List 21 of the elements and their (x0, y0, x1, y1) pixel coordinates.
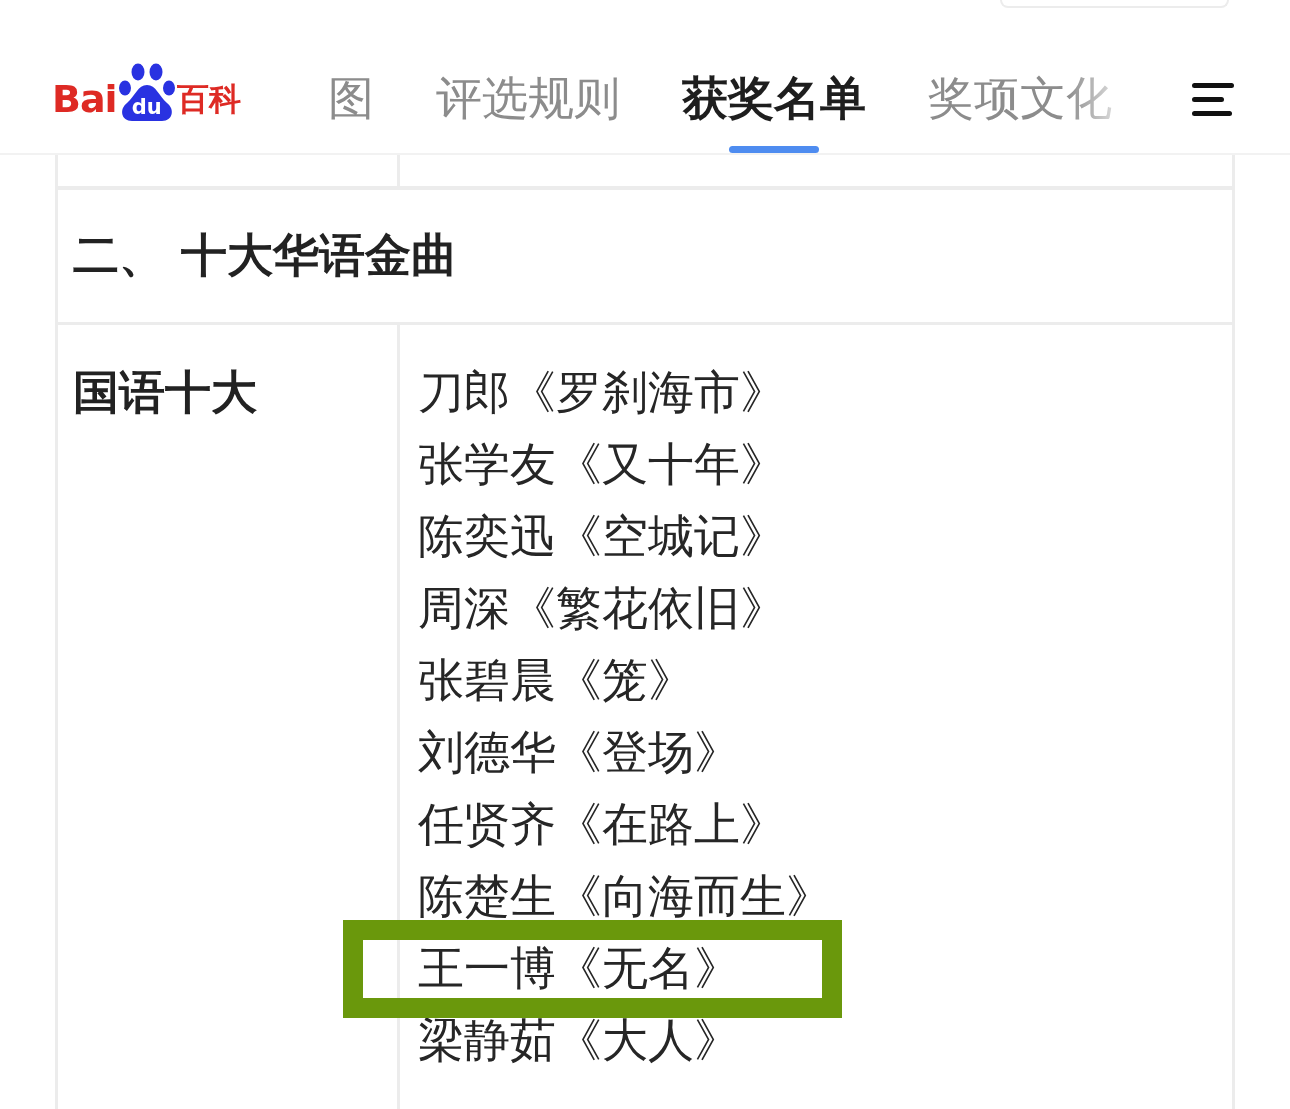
category-label: 国语十大 (73, 365, 257, 419)
song-entry: 周深《繁花依旧》 (418, 581, 786, 635)
section-heading: 二、 十大华语金曲 (73, 228, 457, 284)
paw-logo-icon (117, 63, 176, 121)
song-entry: 张学友《又十年》 (418, 437, 786, 491)
song-entry: 陈奕迅《空城记》 (418, 509, 786, 563)
nav-tab[interactable]: 奖项文化 (927, 45, 1112, 153)
logo-badge-text: du (131, 97, 162, 118)
menu-icon[interactable] (1192, 81, 1234, 117)
logo-text: 百科 (176, 83, 241, 115)
nav-tab[interactable]: 获奖名单 (681, 45, 866, 153)
logo-text: Bai (52, 80, 117, 118)
song-entry: 梁静茹《大人》 (418, 1013, 740, 1067)
song-entry: 王一博《无名》 (418, 941, 740, 995)
song-entry: 刀郎《罗刹海市》 (418, 365, 786, 419)
song-entry: 任贤齐《在路上》 (418, 797, 786, 851)
nav-tab[interactable]: 评选规则 (435, 45, 620, 153)
song-entry: 张碧晨《笼》 (418, 653, 694, 707)
song-entry: 陈楚生《向海而生》 (418, 869, 832, 923)
nav-tab[interactable]: 图 (327, 45, 374, 153)
song-entry: 刘德华《登场》 (418, 725, 740, 779)
